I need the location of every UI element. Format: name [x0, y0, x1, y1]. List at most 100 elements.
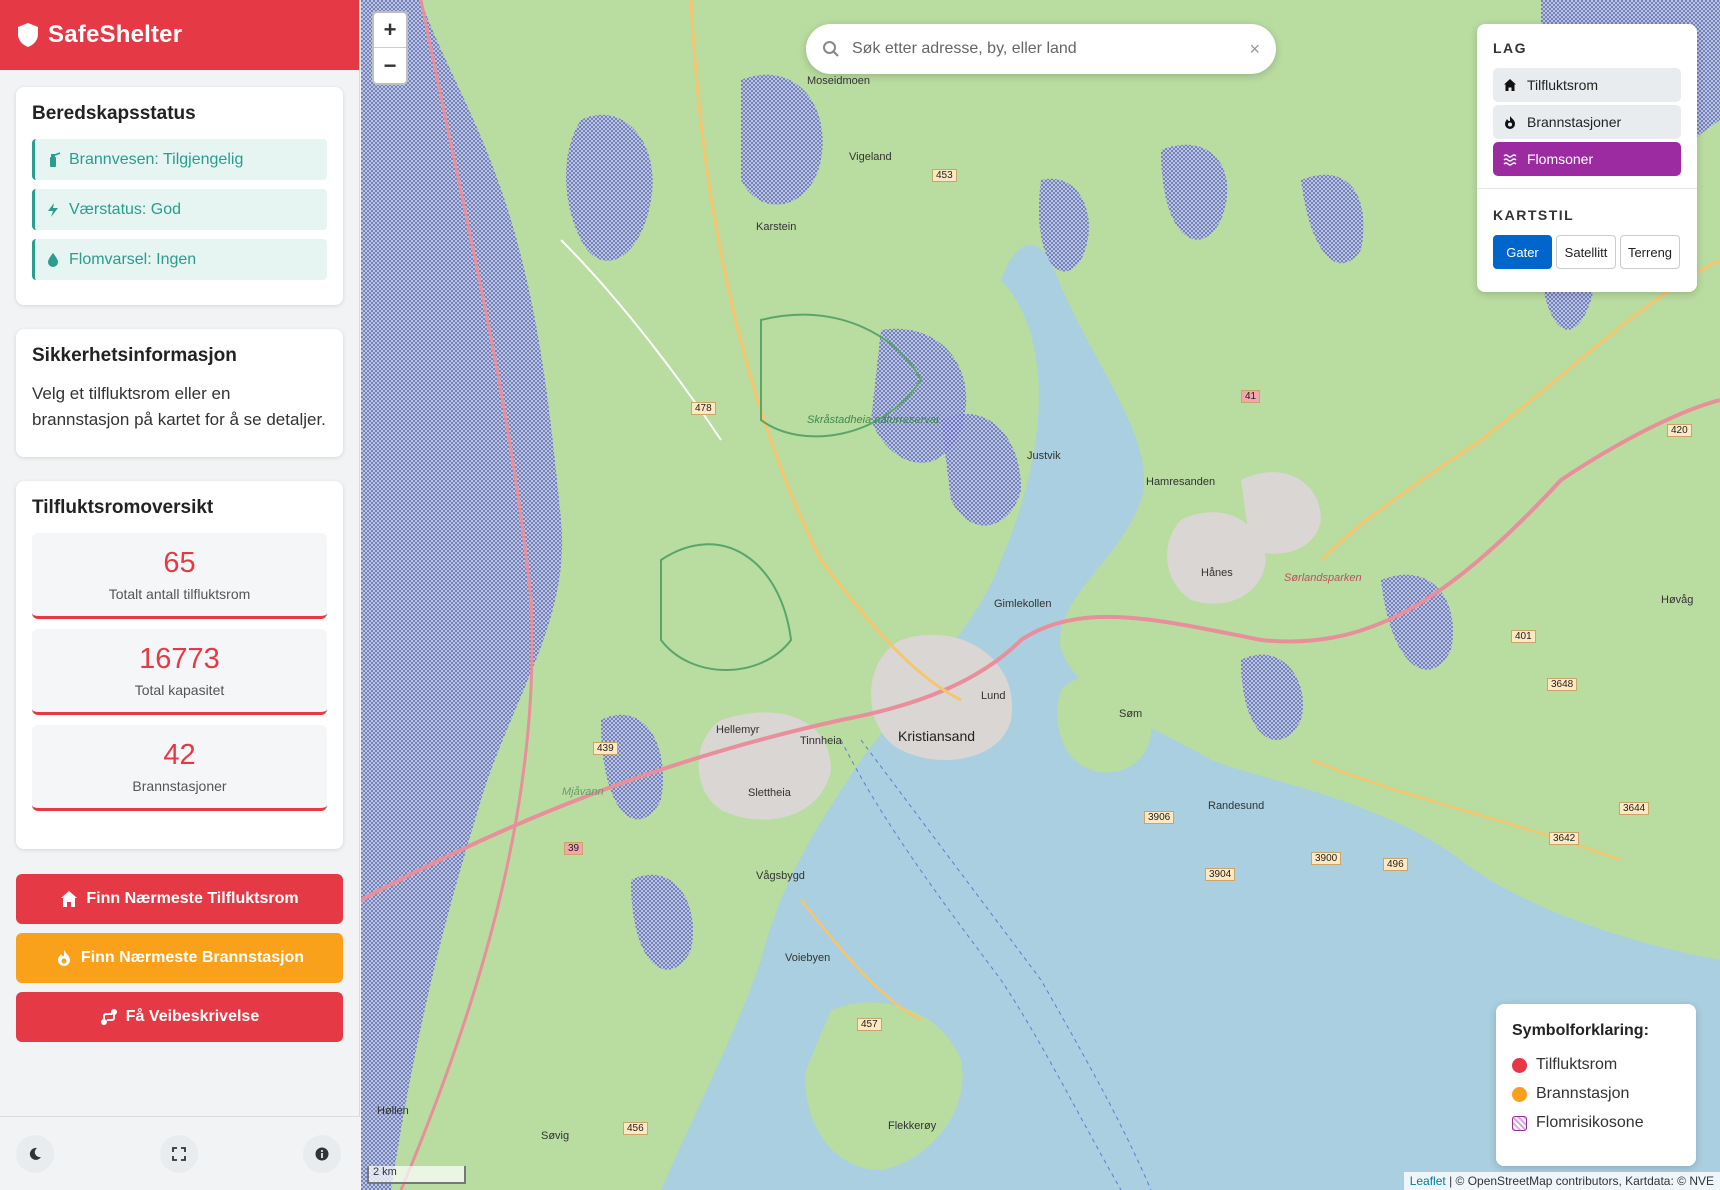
- preparedness-title: Beredskapsstatus: [32, 103, 196, 124]
- road-number: 3644: [1619, 802, 1650, 815]
- map-style-options: Gater Satellitt Terreng: [1493, 235, 1681, 269]
- place-label: Voiebyen: [785, 952, 831, 964]
- road-number: 3642: [1549, 832, 1580, 845]
- fire-icon: [1505, 116, 1515, 129]
- legend-label: Flomrisikosone: [1536, 1114, 1644, 1131]
- place-label: Gimlekollen: [994, 598, 1052, 610]
- preparedness-card: Beredskapsstatus Brannvesen: Tilgjengeli…: [16, 87, 343, 305]
- status-flood: Flomvarsel: Ingen: [32, 239, 327, 280]
- place-label: Flekkerøy: [888, 1120, 937, 1132]
- search-input[interactable]: [852, 40, 1250, 58]
- map-legend: Symbolforklaring: Tilfluktsrom Brannstas…: [1496, 1004, 1696, 1166]
- button-label: Finn Nærmeste Tilfluktsrom: [86, 890, 299, 907]
- hatched-square-icon: [1512, 1115, 1527, 1131]
- road-number: 420: [1667, 424, 1692, 437]
- legend-label: Brannstasjon: [1536, 1085, 1630, 1102]
- road-number: 3900: [1311, 852, 1342, 865]
- layer-toggle-shelters[interactable]: Tilfluktsrom: [1493, 68, 1681, 102]
- road-number: 39: [564, 842, 584, 855]
- get-directions-button[interactable]: Få Veibeskrivelse: [16, 992, 343, 1042]
- stat-value: 42: [163, 739, 196, 771]
- legend-title: Symbolforklaring:: [1512, 1022, 1649, 1039]
- orange-dot-icon: [1512, 1086, 1527, 1102]
- safety-info-card: Sikkerhetsinformasjon Velg et tilfluktsr…: [16, 329, 343, 457]
- shelter-overview-title: Tilfluktsromoversikt: [32, 497, 214, 518]
- layer-toggle-flood-zones[interactable]: Flomsoner: [1493, 142, 1681, 176]
- safety-info-text: Velg et tilfluktsrom eller en brannstasj…: [32, 384, 326, 429]
- stat-total-capacity: 16773 Total kapasitet: [32, 629, 327, 715]
- place-label: Lund: [981, 690, 1006, 702]
- status-text: Brannvesen: Tilgjengelig: [69, 150, 244, 168]
- info-button[interactable]: [303, 1135, 341, 1173]
- stat-value: 16773: [139, 643, 220, 675]
- zoom-out-button[interactable]: −: [374, 48, 406, 83]
- fire-extinguisher-icon: [50, 151, 61, 167]
- fullscreen-button[interactable]: [160, 1135, 198, 1173]
- home-icon: [1504, 79, 1516, 91]
- find-nearest-fire-station-button[interactable]: Finn Nærmeste Brannstasjon: [16, 933, 343, 983]
- leaflet-link[interactable]: Leaflet: [1410, 1174, 1446, 1188]
- button-label: Få Veibeskrivelse: [125, 1008, 260, 1025]
- map-style-satellite-button[interactable]: Satellitt: [1556, 235, 1616, 269]
- layer-label: Brannstasjoner: [1527, 114, 1622, 130]
- stat-label: Total kapasitet: [134, 682, 225, 698]
- sidebar-footer: [0, 1116, 360, 1190]
- layer-label: Flomsoner: [1527, 151, 1594, 167]
- road-number: 3648: [1547, 678, 1578, 691]
- road-number: 457: [857, 1018, 882, 1031]
- dark-mode-button[interactable]: [16, 1135, 54, 1173]
- status-text: Værstatus: God: [69, 200, 182, 218]
- map-attribution: Leaflet | © OpenStreetMap contributors, …: [1403, 1172, 1720, 1190]
- map-style-terrain-button[interactable]: Terreng: [1620, 235, 1680, 269]
- road-number: 401: [1511, 630, 1536, 643]
- legend-item-flood-zone: Flomrisikosone: [1512, 1114, 1680, 1132]
- search-icon: [823, 41, 839, 57]
- find-nearest-shelter-button[interactable]: Finn Nærmeste Tilfluktsrom: [16, 874, 343, 924]
- layers-title: LAG: [1493, 40, 1528, 56]
- water-waves-icon: [1503, 154, 1517, 166]
- legend-label: Tilfluktsrom: [1536, 1056, 1618, 1073]
- map-style-streets-button[interactable]: Gater: [1493, 235, 1552, 269]
- place-label: Mjåvann: [562, 786, 604, 798]
- stat-label: Totalt antall tilfluktsrom: [108, 586, 251, 602]
- status-fire-service: Brannvesen: Tilgjengelig: [32, 139, 327, 180]
- road-number: 41: [1241, 390, 1261, 403]
- layer-label: Tilfluktsrom: [1527, 77, 1599, 93]
- route-icon: [100, 1009, 117, 1025]
- zoom-in-button[interactable]: +: [374, 13, 406, 48]
- stat-fire-stations: 42 Brannstasjoner: [32, 725, 327, 811]
- status-text: Flomvarsel: Ingen: [69, 250, 197, 268]
- place-label: Søvig: [541, 1130, 570, 1142]
- red-dot-icon: [1512, 1057, 1527, 1073]
- map-view[interactable]: Kristiansand Lund Hamresanden Gimlekolle…: [361, 0, 1720, 1190]
- road-number: 439: [593, 742, 618, 755]
- place-label: Randesund: [1208, 800, 1265, 812]
- scale-bar: 2 km: [367, 1166, 466, 1184]
- place-label: Justvik: [1027, 450, 1061, 462]
- road-number: 453: [932, 169, 957, 182]
- place-label: Vigeland: [849, 151, 892, 163]
- place-label: Kristiansand: [898, 728, 976, 744]
- zoom-control: + −: [372, 11, 408, 85]
- place-label: Karstein: [756, 221, 797, 233]
- place-label: Hellemyr: [716, 724, 760, 736]
- place-label: Slettheia: [748, 787, 791, 799]
- clear-search-button[interactable]: ×: [1249, 39, 1260, 60]
- legend-item-shelter: Tilfluktsrom: [1512, 1056, 1680, 1074]
- bolt-icon: [48, 202, 58, 217]
- road-number: 456: [623, 1122, 648, 1135]
- place-label: Høvåg: [1661, 594, 1694, 606]
- map-style-title: KARTSTIL: [1493, 207, 1575, 223]
- reserve-label: Skråstadheia naturreservat: [807, 414, 940, 426]
- stat-total-shelters: 65 Totalt antall tilfluktsrom: [32, 533, 327, 619]
- layers-panel: LAG Tilfluktsrom Brannstasjoner Flomsone…: [1477, 24, 1697, 292]
- safety-info-title: Sikkerhetsinformasjon: [32, 345, 237, 366]
- place-label: Søm: [1119, 708, 1143, 720]
- layer-toggle-fire-stations[interactable]: Brannstasjoner: [1493, 105, 1681, 139]
- road-number: 496: [1383, 858, 1408, 871]
- stat-value: 65: [163, 547, 196, 579]
- button-label: Finn Nærmeste Brannstasjon: [80, 949, 305, 966]
- moon-icon: [29, 1147, 41, 1160]
- status-weather: Værstatus: God: [32, 189, 327, 230]
- droplet-icon: [48, 252, 58, 267]
